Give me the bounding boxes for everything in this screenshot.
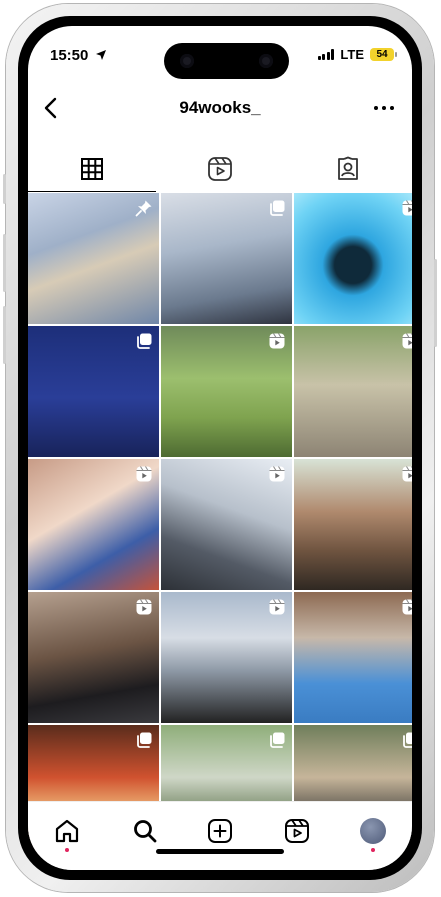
sensor-icon: [259, 54, 273, 68]
reel-badge: [401, 332, 412, 350]
more-options-button[interactable]: [370, 94, 398, 122]
volume-down-button: [3, 306, 6, 364]
reel-icon: [269, 599, 285, 615]
reel-icon: [402, 333, 412, 349]
carousel-icon: [270, 732, 285, 748]
profile-notification-dot: [371, 848, 375, 852]
post-thumbnail[interactable]: [161, 326, 292, 457]
reel-badge: [135, 465, 153, 483]
reel-icon: [136, 466, 152, 482]
screen: 15:50 LTE 54 94wooks_: [28, 26, 412, 870]
home-notification-dot: [65, 848, 69, 852]
carousel-badge: [268, 731, 286, 749]
camera-icon: [180, 54, 194, 68]
reel-badge: [401, 199, 412, 217]
profile-tabs: [28, 146, 412, 192]
status-indicators: LTE 54: [317, 47, 397, 62]
network-label: LTE: [340, 47, 364, 62]
carousel-icon: [403, 732, 412, 748]
tab-posts-grid[interactable]: [28, 146, 156, 192]
mute-switch: [3, 174, 6, 204]
reels-icon: [208, 157, 232, 181]
carousel-icon: [270, 200, 285, 216]
post-thumbnail[interactable]: [28, 326, 159, 457]
reel-badge: [268, 598, 286, 616]
post-thumbnail[interactable]: [28, 592, 159, 723]
phone-frame: 15:50 LTE 54 94wooks_: [3, 4, 437, 892]
nav-reels[interactable]: [282, 816, 312, 846]
post-thumbnail[interactable]: [161, 459, 292, 590]
reel-badge: [268, 465, 286, 483]
carousel-badge: [135, 332, 153, 350]
reel-badge: [401, 465, 412, 483]
post-thumbnail[interactable]: [161, 592, 292, 723]
pin-icon: [135, 200, 152, 217]
battery-level: 54: [376, 49, 388, 60]
reel-icon: [402, 200, 412, 216]
carousel-badge: [401, 731, 412, 749]
avatar: [360, 818, 386, 844]
plus-square-icon: [208, 819, 232, 843]
reel-icon: [269, 333, 285, 349]
reel-icon: [269, 466, 285, 482]
profile-header: 94wooks_: [28, 88, 412, 128]
bottom-nav: [28, 801, 412, 870]
post-thumbnail[interactable]: [294, 326, 412, 457]
tagged-person-icon: [338, 156, 358, 180]
power-button: [434, 259, 437, 347]
post-thumbnail[interactable]: [28, 459, 159, 590]
status-time: 15:50: [50, 47, 107, 64]
nav-home[interactable]: [52, 816, 82, 852]
reel-icon: [402, 466, 412, 482]
post-thumbnail[interactable]: [294, 459, 412, 590]
reel-icon: [402, 599, 412, 615]
post-thumbnail[interactable]: [294, 193, 412, 324]
carousel-icon: [137, 732, 152, 748]
posts-grid: [28, 193, 412, 856]
post-thumbnail[interactable]: [294, 592, 412, 723]
nav-search[interactable]: [130, 816, 160, 846]
home-icon: [55, 819, 79, 843]
username-title: 94wooks_: [179, 98, 261, 117]
more-horizontal-icon: [374, 106, 394, 110]
battery-icon: 54: [370, 48, 397, 61]
search-icon: [134, 820, 157, 843]
carousel-badge: [268, 199, 286, 217]
post-thumbnail[interactable]: [28, 193, 159, 324]
dynamic-island: [164, 43, 289, 79]
carousel-badge: [135, 731, 153, 749]
reel-icon: [136, 599, 152, 615]
reels-icon: [285, 819, 309, 843]
signal-icon: [317, 49, 335, 60]
tab-reels[interactable]: [156, 146, 284, 192]
location-arrow-icon: [95, 50, 106, 60]
pin-badge: [135, 199, 153, 217]
volume-up-button: [3, 234, 6, 292]
carousel-icon: [137, 333, 152, 349]
reel-badge: [135, 598, 153, 616]
nav-profile[interactable]: [358, 816, 388, 852]
tab-tagged[interactable]: [284, 146, 412, 192]
reel-badge: [401, 598, 412, 616]
nav-create[interactable]: [205, 816, 235, 846]
grid-icon: [81, 158, 103, 180]
post-thumbnail[interactable]: [161, 193, 292, 324]
home-indicator[interactable]: [156, 849, 284, 854]
phone-bezel: 15:50 LTE 54 94wooks_: [18, 16, 422, 880]
reel-badge: [268, 332, 286, 350]
